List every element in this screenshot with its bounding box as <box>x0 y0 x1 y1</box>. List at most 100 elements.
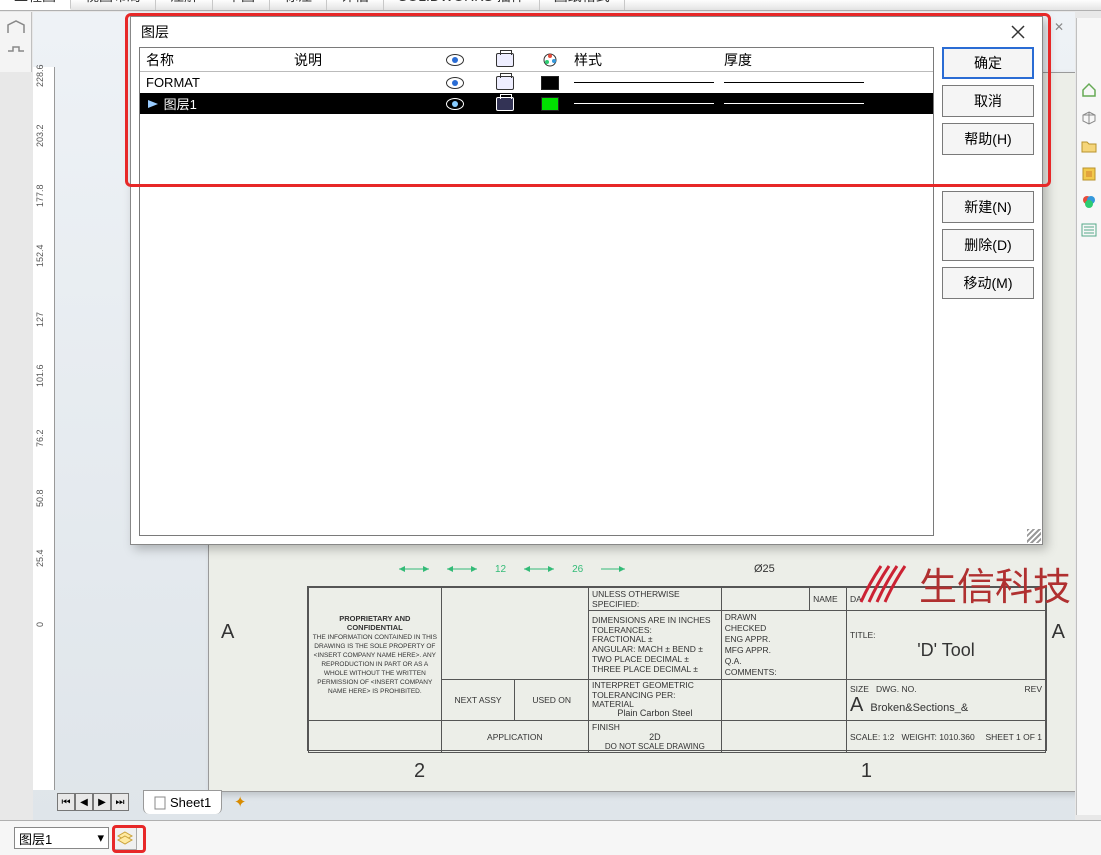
tab-sw-addins[interactable]: SOLIDWORKS 插件 <box>384 0 540 10</box>
dim-arrow-icon <box>601 563 625 575</box>
layer-print-toggle[interactable] <box>480 74 530 92</box>
ruler-tick: 127 <box>35 312 45 327</box>
sheet-icon <box>154 796 166 810</box>
tab-annotation[interactable]: 注解 <box>156 0 213 10</box>
appearance-icon[interactable] <box>1078 162 1100 186</box>
col-print[interactable] <box>480 51 530 69</box>
sheet-zone-letter: A <box>1052 621 1065 644</box>
isometric-icon[interactable] <box>1078 106 1100 130</box>
tab-evaluate[interactable]: 评估 <box>327 0 384 10</box>
layer-desc[interactable] <box>290 102 430 106</box>
layer-style[interactable] <box>570 80 720 86</box>
delete-button[interactable]: 删除(D) <box>942 229 1034 261</box>
tb-usedon: USED ON <box>515 680 589 721</box>
tb-dwgno-label: DWG. NO. <box>876 684 917 694</box>
col-visibility[interactable] <box>430 52 480 68</box>
resize-grip[interactable] <box>1027 529 1041 543</box>
tb-title-label: TITLE: <box>850 630 876 640</box>
layer-list-header: 名称 说明 样式 厚度 <box>140 48 933 72</box>
dimension-row: 12 26 <box>399 563 625 575</box>
layer-selector-value: 图层1 <box>19 829 52 848</box>
tab-sheetformat[interactable]: 图纸格式 <box>540 0 625 10</box>
printer-icon <box>496 53 514 67</box>
first-sheet-button[interactable]: ⏮ <box>57 793 75 811</box>
layer-print-toggle[interactable] <box>480 95 530 113</box>
new-button[interactable]: 新建(N) <box>942 191 1034 223</box>
vertical-ruler: 228.6 203.2 177.8 152.4 127 101.6 76.2 5… <box>33 67 55 790</box>
tab-viewlayout[interactable]: 视图布局 <box>71 0 156 10</box>
list-icon[interactable] <box>1078 218 1100 242</box>
eye-icon <box>446 54 464 66</box>
help-button[interactable]: 帮助(H) <box>942 123 1034 155</box>
prev-sheet-button[interactable]: ◀ <box>75 793 93 811</box>
layer-thickness[interactable] <box>720 101 870 107</box>
sheet-zone-number: 2 <box>414 760 425 783</box>
layer-visibility-toggle[interactable] <box>430 96 480 112</box>
dimension-value: 12 <box>495 564 506 575</box>
dialog-titlebar[interactable]: 图层 <box>131 17 1042 47</box>
tb-size-v: A <box>850 694 863 716</box>
tb-sheet: SHEET 1 OF 1 <box>985 732 1042 742</box>
dialog-close-button[interactable] <box>1004 21 1032 43</box>
tab-drawing[interactable]: 工程图 <box>0 0 71 10</box>
tb-drawn: DRAWN <box>725 612 757 622</box>
ruler-tick: 228.6 <box>35 64 45 87</box>
layer-name[interactable]: 图层1 <box>140 92 290 115</box>
cancel-button[interactable]: 取消 <box>942 85 1034 117</box>
sheet-tab[interactable]: Sheet1 <box>143 790 222 814</box>
col-thickness[interactable]: 厚度 <box>720 48 870 72</box>
col-name[interactable]: 名称 <box>140 48 290 72</box>
tb-tol: TOLERANCES: <box>592 625 652 635</box>
layer-style[interactable] <box>570 101 720 107</box>
layer-thickness[interactable] <box>720 80 870 86</box>
layer-selector[interactable]: 图层1 ▾ <box>14 827 109 849</box>
tb-comments: COMMENTS: <box>725 667 777 677</box>
layer-row[interactable]: 图层1 <box>140 93 933 114</box>
color-icon[interactable] <box>1078 190 1100 214</box>
tb-rev-label: REV <box>1025 684 1042 694</box>
layer-color-swatch[interactable] <box>530 74 570 92</box>
tb-noscale: DO NOT SCALE DRAWING <box>592 742 718 751</box>
sheet-tab-bar: ⏮ ◀ ▶ ⏭ Sheet1 ✦ <box>57 790 252 814</box>
tb-material-v: Plain Carbon Steel <box>592 709 718 719</box>
next-sheet-button[interactable]: ▶ <box>93 793 111 811</box>
tab-sketch[interactable]: 草图 <box>213 0 270 10</box>
layers-dialog-button[interactable] <box>113 826 137 850</box>
layers-icon <box>117 831 133 845</box>
layer-name[interactable]: FORMAT <box>140 73 290 92</box>
layer-desc[interactable] <box>290 81 430 85</box>
col-style[interactable]: 样式 <box>570 48 720 72</box>
layer-list[interactable]: 名称 说明 样式 厚度 FORMAT 图层1 <box>139 47 934 536</box>
tab-dimension[interactable]: 标注 <box>270 0 327 10</box>
last-sheet-button[interactable]: ⏭ <box>111 793 129 811</box>
printer-icon <box>496 76 514 90</box>
tb-proprietary-header: PROPRIETARY AND CONFIDENTIAL <box>339 614 410 632</box>
folder-icon[interactable] <box>1078 134 1100 158</box>
home-icon[interactable] <box>1078 78 1100 102</box>
layers-dialog: 图层 名称 说明 样式 厚度 FORMAT <box>130 16 1043 545</box>
move-button[interactable]: 移动(M) <box>942 267 1034 299</box>
tb-three: THREE PLACE DECIMAL ± <box>592 664 698 674</box>
tb-frac: FRACTIONAL ± <box>592 634 653 644</box>
col-color[interactable] <box>530 50 570 70</box>
step-tool-icon[interactable] <box>5 42 27 60</box>
tb-date-hdr: DA <box>846 588 1045 611</box>
tb-dimin: DIMENSIONS ARE IN INCHES <box>592 615 711 625</box>
tb-title-value: 'D' Tool <box>850 640 1042 661</box>
add-sheet-button[interactable]: ✦ <box>228 791 252 813</box>
shape-tool-icon[interactable] <box>5 18 27 36</box>
ruler-tick: 50.8 <box>35 489 45 507</box>
color-wheel-icon <box>542 52 558 68</box>
layer-row[interactable]: FORMAT <box>140 72 933 93</box>
tb-checked: CHECKED <box>725 623 767 633</box>
ribbon-tabbar: 工程图 视图布局 注解 草图 标注 评估 SOLIDWORKS 插件 图纸格式 <box>0 0 1101 11</box>
tb-unless: UNLESS OTHERWISE SPECIFIED: <box>589 588 722 611</box>
layer-visibility-toggle[interactable] <box>430 75 480 91</box>
col-desc[interactable]: 说明 <box>290 48 430 72</box>
right-task-pane <box>1076 18 1101 815</box>
close-document-button[interactable]: ✕ <box>1049 18 1069 36</box>
title-block: PROPRIETARY AND CONFIDENTIAL THE INFORMA… <box>307 586 1047 751</box>
layer-color-swatch[interactable] <box>530 95 570 113</box>
ok-button[interactable]: 确定 <box>942 47 1034 79</box>
tb-dwgno-v: Broken&Sections_& <box>870 702 968 714</box>
